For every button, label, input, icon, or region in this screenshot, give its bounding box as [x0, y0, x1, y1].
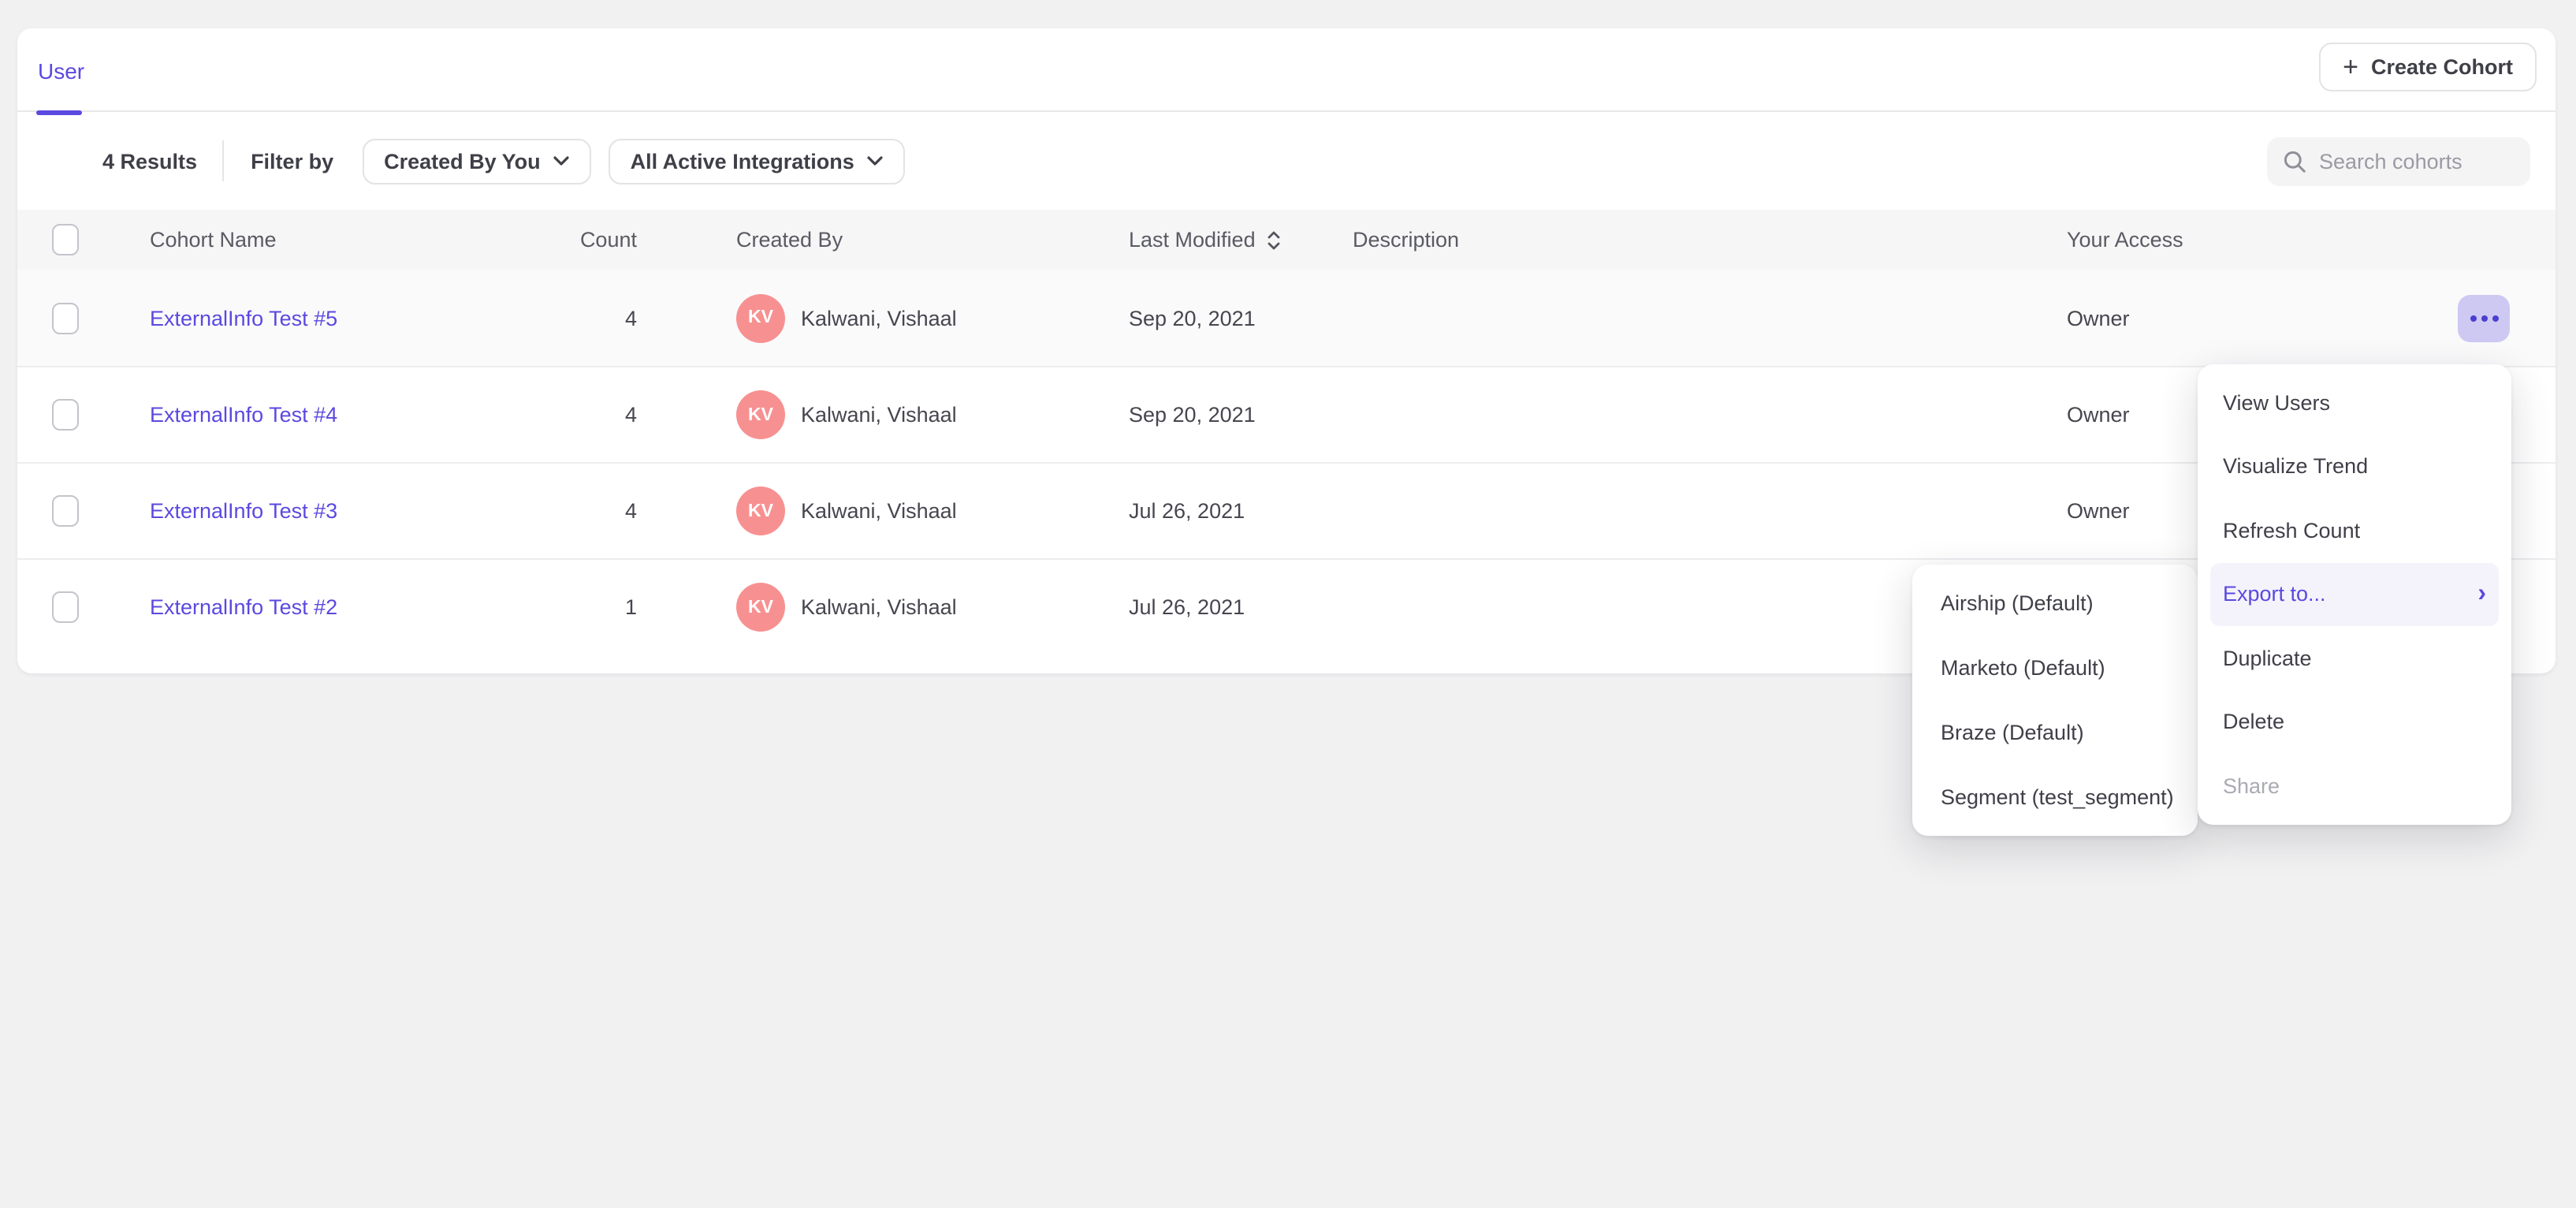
created-by-cell: KV Kalwani, Vishaal — [736, 583, 957, 632]
search-box[interactable] — [2267, 136, 2530, 185]
created-by-filter-dropdown[interactable]: Created By You — [362, 138, 591, 184]
export-submenu: Airship (Default) Marketo (Default) Braz… — [1912, 565, 2198, 836]
row-checkbox[interactable] — [52, 399, 79, 431]
menu-item-share: Share — [2198, 754, 2511, 818]
create-cohort-button[interactable]: + Create Cohort — [2319, 43, 2537, 91]
your-access-cell: Owner — [2067, 306, 2130, 330]
cohort-name-link[interactable]: ExternalInfo Test #5 — [150, 306, 337, 330]
created-by-name: Kalwani, Vishaal — [801, 306, 957, 330]
checkbox-icon — [52, 495, 79, 527]
created-by-cell: KV Kalwani, Vishaal — [736, 293, 957, 342]
cohort-count: 1 — [490, 595, 637, 619]
last-modified-cell: Sep 20, 2021 — [1129, 403, 1256, 427]
toolbar-divider — [222, 140, 224, 181]
cohorts-page: User + Create Cohort 4 Results Filter by… — [0, 0, 2576, 1208]
created-by-name: Kalwani, Vishaal — [801, 595, 957, 619]
last-modified-cell: Sep 20, 2021 — [1129, 306, 1256, 330]
column-header-your-access: Your Access — [2067, 228, 2183, 252]
checkbox-icon — [52, 591, 79, 623]
column-header-count: Count — [490, 228, 637, 252]
last-modified-cell: Jul 26, 2021 — [1129, 499, 1245, 523]
cohort-count: 4 — [490, 306, 637, 330]
results-count: 4 Results — [102, 149, 197, 173]
table-row: ExternalInfo Test #3 4 KV Kalwani, Visha… — [17, 462, 2556, 558]
table-header-row: Cohort Name Count Created By Last Modifi… — [17, 210, 2556, 270]
avatar: KV — [736, 293, 785, 342]
avatar: KV — [736, 487, 785, 535]
tab-user[interactable]: User — [38, 28, 84, 112]
cohort-name-link[interactable]: ExternalInfo Test #3 — [150, 499, 337, 523]
menu-item-refresh-count[interactable]: Refresh Count — [2198, 498, 2511, 562]
menu-item-duplicate[interactable]: Duplicate — [2198, 626, 2511, 690]
integrations-filter-dropdown[interactable]: All Active Integrations — [609, 138, 905, 184]
chevron-down-icon — [553, 156, 569, 166]
avatar: KV — [736, 390, 785, 439]
search-input[interactable] — [2319, 149, 2515, 173]
submenu-item-segment[interactable]: Segment (test_segment) — [1912, 765, 2198, 830]
created-by-cell: KV Kalwani, Vishaal — [736, 487, 957, 535]
select-all-checkbox[interactable] — [52, 224, 79, 255]
column-header-last-modified[interactable]: Last Modified — [1129, 228, 1281, 252]
create-cohort-label: Create Cohort — [2371, 55, 2513, 79]
your-access-cell: Owner — [2067, 499, 2130, 523]
context-menu: View Users Visualize Trend Refresh Count… — [2198, 364, 2511, 824]
column-header-cohort-name: Cohort Name — [150, 228, 277, 252]
checkbox-icon — [52, 302, 79, 334]
created-by-name: Kalwani, Vishaal — [801, 403, 957, 427]
cohort-count: 4 — [490, 403, 637, 427]
menu-item-export-to-label: Export to... — [2223, 583, 2326, 606]
filter-by-label: Filter by — [251, 149, 333, 173]
created-by-filter-value: Created By You — [384, 149, 541, 173]
plus-icon: + — [2343, 53, 2358, 80]
your-access-cell: Owner — [2067, 403, 2130, 427]
table-row: ExternalInfo Test #4 4 KV Kalwani, Visha… — [17, 366, 2556, 462]
search-icon — [2283, 149, 2306, 173]
column-header-created-by: Created By — [736, 228, 843, 252]
checkbox-icon — [52, 399, 79, 431]
menu-item-visualize-trend[interactable]: Visualize Trend — [2198, 434, 2511, 498]
menu-item-delete[interactable]: Delete — [2198, 690, 2511, 754]
column-header-description: Description — [1353, 228, 1459, 252]
cohort-count: 4 — [490, 499, 637, 523]
menu-item-export-to[interactable]: Export to... › — [2210, 562, 2499, 626]
last-modified-label: Last Modified — [1129, 228, 1256, 252]
row-checkbox[interactable] — [52, 495, 79, 527]
row-actions — [2458, 294, 2510, 341]
cohort-name-link[interactable]: ExternalInfo Test #2 — [150, 595, 337, 619]
tab-user-label: User — [38, 58, 84, 83]
submenu-arrow-icon: › — [2477, 582, 2486, 607]
table-row: ExternalInfo Test #5 4 KV Kalwani, Visha… — [17, 270, 2556, 366]
submenu-item-airship[interactable]: Airship (Default) — [1912, 571, 2198, 636]
filter-toolbar: 4 Results Filter by Created By You All A… — [17, 112, 2556, 210]
avatar: KV — [736, 583, 785, 632]
created-by-cell: KV Kalwani, Vishaal — [736, 390, 957, 439]
row-checkbox[interactable] — [52, 302, 79, 334]
integrations-filter-value: All Active Integrations — [631, 149, 854, 173]
row-actions-ellipsis-button[interactable] — [2458, 294, 2510, 341]
row-checkbox[interactable] — [52, 591, 79, 623]
menu-item-view-users[interactable]: View Users — [2198, 371, 2511, 434]
created-by-name: Kalwani, Vishaal — [801, 499, 957, 523]
checkbox-icon — [52, 224, 79, 255]
submenu-item-braze[interactable]: Braze (Default) — [1912, 700, 2198, 765]
submenu-item-marketo[interactable]: Marketo (Default) — [1912, 636, 2198, 700]
chevron-down-icon — [867, 156, 883, 166]
tab-bar: User + Create Cohort — [17, 28, 2556, 112]
sort-icon — [1268, 230, 1281, 249]
last-modified-cell: Jul 26, 2021 — [1129, 595, 1245, 619]
cohort-name-link[interactable]: ExternalInfo Test #4 — [150, 403, 337, 427]
